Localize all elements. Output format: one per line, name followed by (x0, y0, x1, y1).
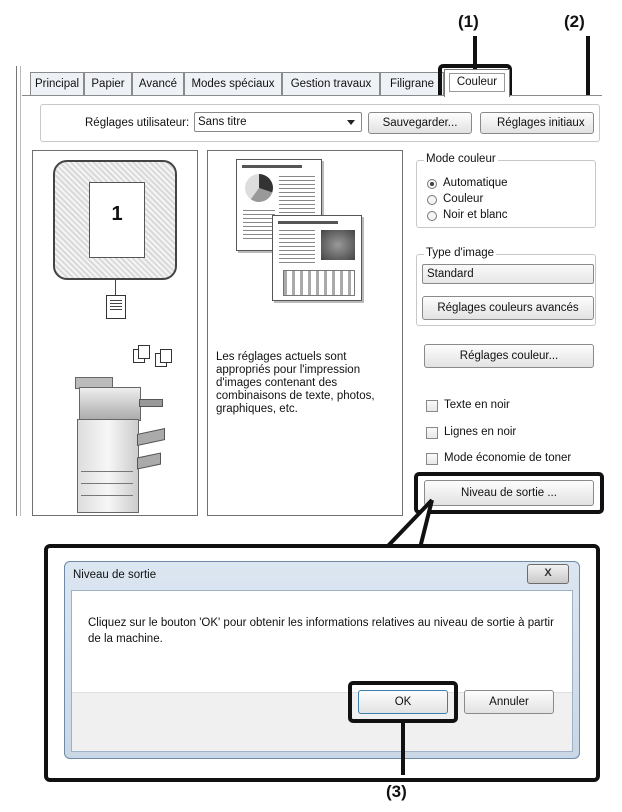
callout-3: (3) (386, 782, 407, 801)
callout-3-line (401, 723, 405, 775)
dialog-message: Cliquez sur le bouton 'OK' pour obtenir … (88, 617, 554, 645)
dialog-title: Niveau de sortie (73, 569, 157, 581)
cancel-button[interactable]: Annuler (464, 690, 554, 714)
dialog-body: Cliquez sur le bouton 'OK' pour obtenir … (71, 590, 573, 752)
tab-couleur-label: Couleur (449, 73, 505, 92)
dialog-close-button[interactable]: X (527, 564, 569, 584)
tab-couleur[interactable]: Couleur (444, 69, 510, 97)
ok-button-highlight (348, 681, 458, 723)
output-level-dialog: Niveau de sortie X Cliquez sur le bouton… (64, 561, 580, 759)
close-icon: X (544, 567, 552, 579)
